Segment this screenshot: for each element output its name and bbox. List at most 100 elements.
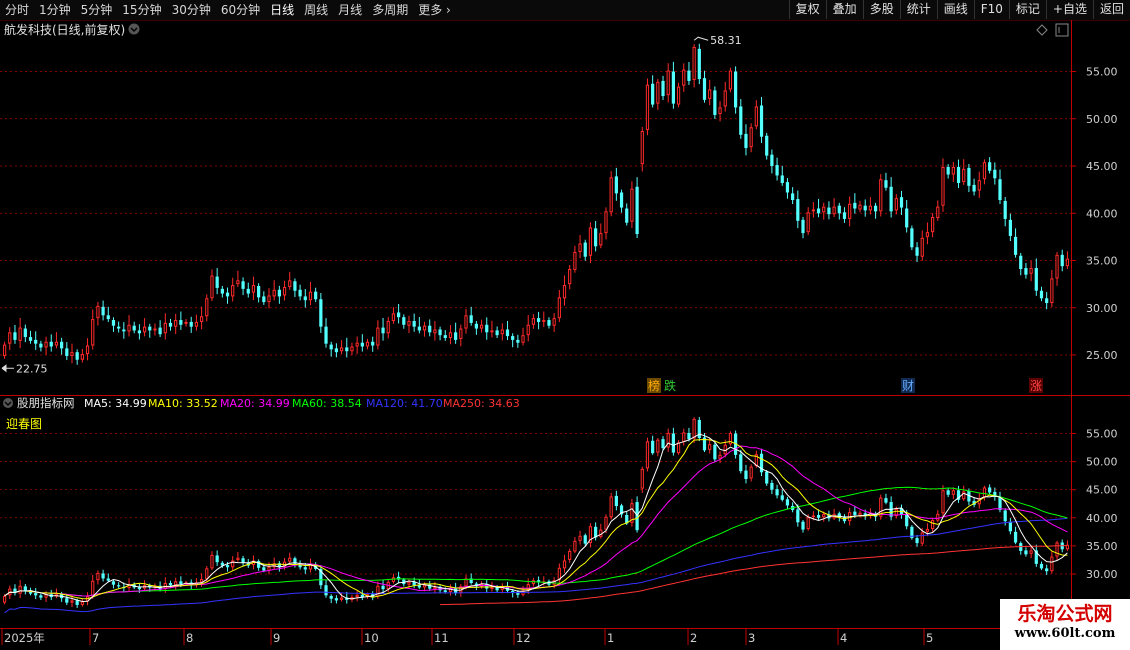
indicator-y-tick-label: 35.00 [1086,540,1118,553]
indicator-candle-down [785,499,790,506]
main-candle-down [101,306,105,316]
main-candle-up [941,166,945,206]
main-candle-up [91,319,95,346]
indicator-y-tick-label: 50.00 [1086,456,1118,469]
indicator-candle-down [687,432,691,440]
main-candle-down [988,162,992,171]
x-axis-label-11: 5 [926,631,933,645]
main-candle-up [676,86,681,105]
indicator-candle-down [168,582,173,586]
indicator-candle-up [236,557,240,560]
indicator-candle-up [490,587,494,589]
main-candle-up [199,316,204,322]
indicator-candle-up [920,532,924,544]
main-candle-up [578,243,582,252]
main-candle-down [137,330,141,334]
main-candle-down [122,329,126,332]
main-candle-up [531,318,536,325]
main-candle-down [915,247,919,256]
main-candle-down [516,339,520,343]
indicator-candle-up [210,554,214,569]
indicator-candle-down [713,444,717,460]
main-candle-down [485,324,489,333]
x-axis-label-8: 2 [690,631,697,645]
main-candle-down [791,193,795,201]
main-candle-down [785,182,790,193]
main-chart-title: 航发科技(日线,前复权) [4,22,125,37]
x-axis-label-7: 1 [607,631,614,645]
indicator-candle-down [137,587,141,590]
indicator-candle-up [806,517,810,530]
main-candle-down [827,207,831,215]
main-candle-down [594,228,598,247]
main-candle-down [619,192,624,208]
indicator-candle-up [1055,542,1059,557]
chart-canvas: 55.00 50.00 45.00 40.00 35.00 30.00 25.00 55.00… [0,20,1130,645]
main-candle-down [801,219,805,234]
indicator-candle-down [39,595,43,598]
watermark-title: 乐淘公式网 [1017,603,1113,625]
main-candle-down [759,105,764,137]
main-candle-up [879,179,883,212]
main-candle-up [925,232,930,237]
main-candle-down [189,321,193,327]
main-candle-down [168,322,173,327]
indicator-candle-down [101,573,105,579]
main-candle-up [272,289,276,297]
ma-legend-4: MA120: 41.70 [366,397,443,410]
main-candle-up [459,328,463,339]
main-candle-down [34,339,38,344]
indicator-candle-up [749,466,753,479]
main-candle-down [1045,298,1049,304]
x-axis-label-0: 2025年 [4,631,45,645]
indicator-candle-down [946,490,950,495]
main-candle-down [179,320,183,325]
indicator-subtitle: 迎春图 [6,417,42,431]
main-candle-up [8,332,12,344]
indicator-candle-down [739,454,743,472]
main-candle-down [853,202,857,209]
main-candle-up [163,322,167,334]
indicator-candle-down [915,538,919,544]
indicator-candle-up [433,586,437,590]
main-candle-up [376,327,380,346]
main-candle-up [308,291,313,301]
main-candle-up [982,162,987,180]
main-candle-down [495,330,499,336]
main-candle-up [142,326,147,333]
x-axis-label-5: 11 [434,631,449,645]
indicator-candle-up [18,585,22,594]
main-candle-down [946,166,950,175]
main-candle-down [314,291,318,300]
main-candle-down [65,348,69,356]
indicator-candle-up [464,578,468,587]
main-candle-down [111,320,116,326]
main-candle-up [951,166,955,175]
indicator-candle-up [682,432,686,442]
main-y-tick-label: 25.00 [1086,349,1118,362]
main-candle-down [319,299,323,327]
main-candle-down [158,327,162,335]
main-candle-down [345,347,349,352]
watermark-url: www.60lt.com [1014,626,1116,641]
main-candle-down [837,205,841,214]
main-candle-up [96,305,100,319]
indicator-candle-up [174,581,178,586]
main-candle-up [723,90,727,107]
indicator-candle-down [1013,531,1018,543]
main-candle-down [28,337,33,341]
main-candle-down [438,329,442,336]
main-candle-up [526,324,530,336]
main-candle-down [60,341,64,349]
main-candle-down [13,332,17,340]
main-candle-down [454,332,458,340]
main-candle-down [303,296,307,301]
main-candle-down [733,71,738,108]
event-badge-3: 涨 [1030,378,1042,393]
indicator-candle-down [262,567,266,571]
indicator-candle-down [816,514,821,518]
main-candle-up [153,328,157,331]
main-candle-down [583,242,587,257]
indicator-candle-down [1045,568,1049,572]
main-candle-up [339,347,344,352]
